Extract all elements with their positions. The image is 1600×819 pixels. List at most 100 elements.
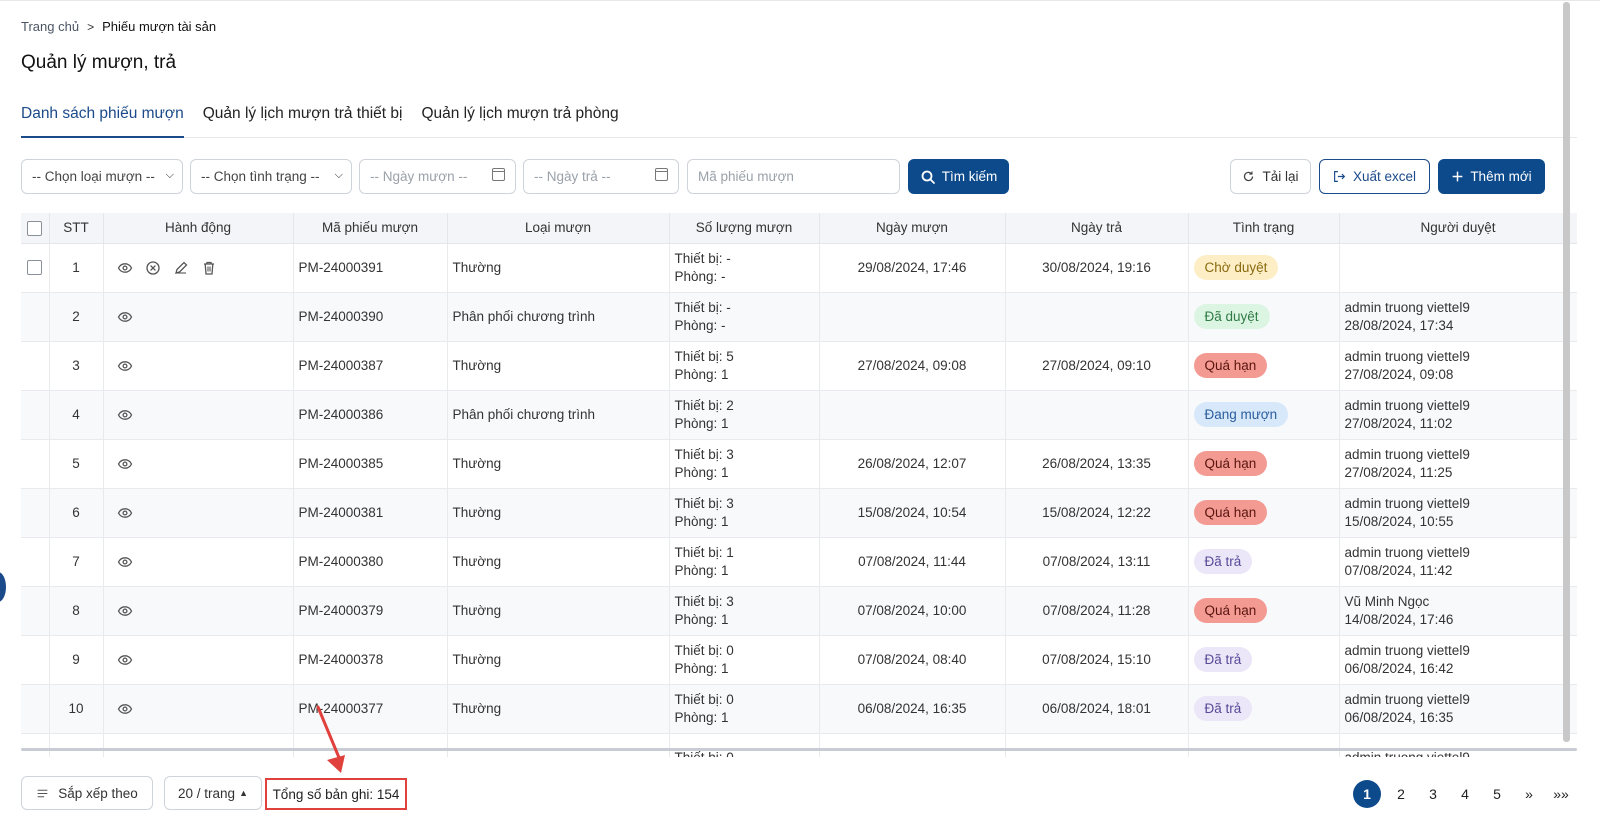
row-select-cell[interactable]	[21, 684, 50, 734]
cell-so-luong: Thiết bị: 3 Phòng: 1	[669, 488, 820, 538]
ngay-muon-datepicker[interactable]: -- Ngày mượn --	[359, 159, 516, 194]
per-page-value: 20 / trang	[178, 785, 236, 801]
cancel-icon[interactable]	[145, 260, 161, 276]
sort-button-label: Sắp xếp theo	[58, 785, 138, 801]
reload-button[interactable]: Tải lại	[1230, 159, 1311, 194]
approver-name: admin truong viettel9	[1344, 299, 1470, 315]
row-select-cell[interactable]	[21, 439, 50, 489]
qty-phong: Phòng: 1	[674, 366, 729, 382]
cell-nguoi-duyet: admin truong viettel9 28/08/2024, 17:34	[1339, 292, 1577, 342]
cell-ma-phieu: PM-24000386	[293, 390, 448, 440]
export-excel-button[interactable]: Xuất excel	[1319, 159, 1430, 194]
cell-ngay-tra	[1005, 390, 1189, 440]
vertical-scrollbar[interactable]	[1563, 2, 1570, 742]
table-row[interactable]: 8 PM-24000379 Thường Thiết bị: 3 Phòng: 1 07/…	[21, 586, 1577, 636]
approval-date: 27/08/2024, 11:02	[1344, 415, 1453, 431]
eye-icon[interactable]	[117, 554, 133, 570]
cell-loai-muon: Thường	[447, 684, 670, 734]
approval-date: 27/08/2024, 09:08	[1344, 366, 1454, 382]
row-select-cell[interactable]	[21, 292, 50, 342]
eye-icon[interactable]	[117, 701, 133, 717]
page-4[interactable]: 4	[1449, 780, 1481, 808]
cell-actions	[103, 243, 294, 293]
qty-thiet-bi: Thiết bị: 0	[674, 642, 734, 658]
table-row[interactable]: 4 PM-24000386 Phân phối chương trình Thiết …	[21, 390, 1577, 440]
page-5[interactable]: 5	[1481, 780, 1513, 808]
breadcrumb: Trang chủ > Phiếu mượn tài sản	[21, 19, 216, 34]
horizontal-scrollbar[interactable]	[21, 748, 1577, 751]
eye-icon[interactable]	[117, 309, 133, 325]
page-2[interactable]: 2	[1385, 780, 1417, 808]
row-select-cell[interactable]	[21, 733, 50, 757]
refresh-icon	[1244, 171, 1254, 182]
page-1[interactable]: 1	[1353, 780, 1381, 808]
tab-lich-muon-phong[interactable]: Quản lý lịch mượn trả phòng	[421, 100, 618, 138]
eye-icon[interactable]	[117, 505, 133, 521]
row-select-cell[interactable]	[21, 537, 50, 587]
last-page-icon[interactable]: »»	[1545, 780, 1577, 808]
qty-thiet-bi: Thiết bị: 3	[674, 495, 734, 511]
qty-thiet-bi: Thiết bị: 5	[674, 348, 734, 364]
table-row[interactable]: 7 PM-24000380 Thường Thiết bị: 1 Phòng: 1 07/…	[21, 537, 1577, 587]
sort-button[interactable]: Sắp xếp theo	[21, 776, 153, 810]
eye-icon[interactable]	[117, 260, 133, 276]
cell-ngay-muon: 07/08/2024, 08:40	[819, 635, 1006, 685]
table-row[interactable]: 9 PM-24000378 Thường Thiết bị: 0 Phòng: 1 07/…	[21, 635, 1577, 685]
page-3[interactable]: 3	[1417, 780, 1449, 808]
table-row[interactable]: Thiết bị: 0 admin truong viettel9	[21, 733, 1577, 757]
breadcrumb-home[interactable]: Trang chủ	[21, 19, 79, 34]
status-badge: Đã duyệt	[1193, 304, 1270, 329]
row-checkbox[interactable]	[27, 260, 43, 276]
loai-muon-select[interactable]: -- Chọn loại mượn -- ⌵	[21, 159, 183, 194]
row-select-cell[interactable]	[21, 390, 50, 440]
status-badge: Quá hạn	[1193, 451, 1268, 476]
qty-thiet-bi: Thiết bị: 0	[674, 691, 734, 707]
row-select-cell[interactable]	[21, 586, 50, 636]
table-row[interactable]: 10 PM-24000377 Thường Thiết bị: 0 Phòng: 1 06…	[21, 684, 1577, 734]
row-select-cell[interactable]	[21, 243, 50, 293]
tab-lich-muon-thiet-bi[interactable]: Quản lý lịch mượn trả thiết bị	[203, 100, 403, 138]
per-page-select[interactable]: 20 / trang ▲	[164, 776, 262, 810]
edit-icon[interactable]	[173, 260, 189, 276]
trash-icon[interactable]	[201, 260, 217, 276]
export-excel-label: Xuất excel	[1352, 169, 1417, 184]
row-select-cell[interactable]	[21, 488, 50, 538]
ma-phieu-placeholder: Mã phiếu mượn	[698, 169, 794, 184]
eye-icon[interactable]	[117, 603, 133, 619]
row-select-cell[interactable]	[21, 341, 50, 391]
cell-stt	[49, 733, 104, 757]
next-page-icon[interactable]: »	[1513, 780, 1545, 808]
search-button[interactable]: Tìm kiếm	[908, 159, 1009, 194]
header-ngay-muon: Ngày mượn	[819, 213, 1006, 244]
qty-phong: Phòng: 1	[674, 709, 729, 725]
tab-danh-sach-phieu-muon[interactable]: Danh sách phiếu mượn	[21, 100, 184, 138]
qty-thiet-bi: Thiết bị: 2	[674, 397, 734, 413]
side-handle[interactable]	[0, 572, 6, 602]
header-nguoi-duyet: Người duyệt	[1339, 213, 1577, 244]
cell-tinh-trang: Đang mượn	[1188, 390, 1340, 440]
ma-phieu-input[interactable]: Mã phiếu mượn	[687, 159, 900, 194]
eye-icon[interactable]	[117, 358, 133, 374]
cell-so-luong: Thiết bị: 0 Phòng: 1	[669, 635, 820, 685]
select-all-checkbox[interactable]	[27, 220, 43, 236]
eye-icon[interactable]	[117, 456, 133, 472]
row-select-cell[interactable]	[21, 635, 50, 685]
status-badge: Quá hạn	[1193, 598, 1268, 623]
tinh-trang-select[interactable]: -- Chọn tình trạng -- ⌵	[190, 159, 352, 194]
add-new-button[interactable]: Thêm mới	[1438, 159, 1545, 194]
approval-date: 06/08/2024, 16:35	[1344, 709, 1454, 725]
cell-nguoi-duyet: admin truong viettel9 06/08/2024, 16:42	[1339, 635, 1577, 685]
table-row[interactable]: 6 PM-24000381 Thường Thiết bị: 3 Phòng: 1 15/…	[21, 488, 1577, 538]
table-row[interactable]: 3 PM-24000387 Thường Thiết bị: 5 Phòng: 1 27/…	[21, 341, 1577, 391]
cell-actions	[103, 390, 294, 440]
header-select-all[interactable]	[21, 213, 50, 244]
table-row[interactable]: 2 PM-24000390 Phân phối chương trình Thiết …	[21, 292, 1577, 342]
cell-actions	[103, 488, 294, 538]
table-row[interactable]: 1 PM-24000391 Thường Thiết bị: - Phòng: - 29/…	[21, 243, 1577, 293]
cell-nguoi-duyet: admin truong viettel9 07/08/2024, 11:42	[1339, 537, 1577, 587]
eye-icon[interactable]	[117, 407, 133, 423]
cell-ngay-tra: 30/08/2024, 19:16	[1005, 243, 1189, 293]
ngay-tra-datepicker[interactable]: -- Ngày trả --	[523, 159, 679, 194]
eye-icon[interactable]	[117, 652, 133, 668]
table-row[interactable]: 5 PM-24000385 Thường Thiết bị: 3 Phòng: 1 26/…	[21, 439, 1577, 489]
